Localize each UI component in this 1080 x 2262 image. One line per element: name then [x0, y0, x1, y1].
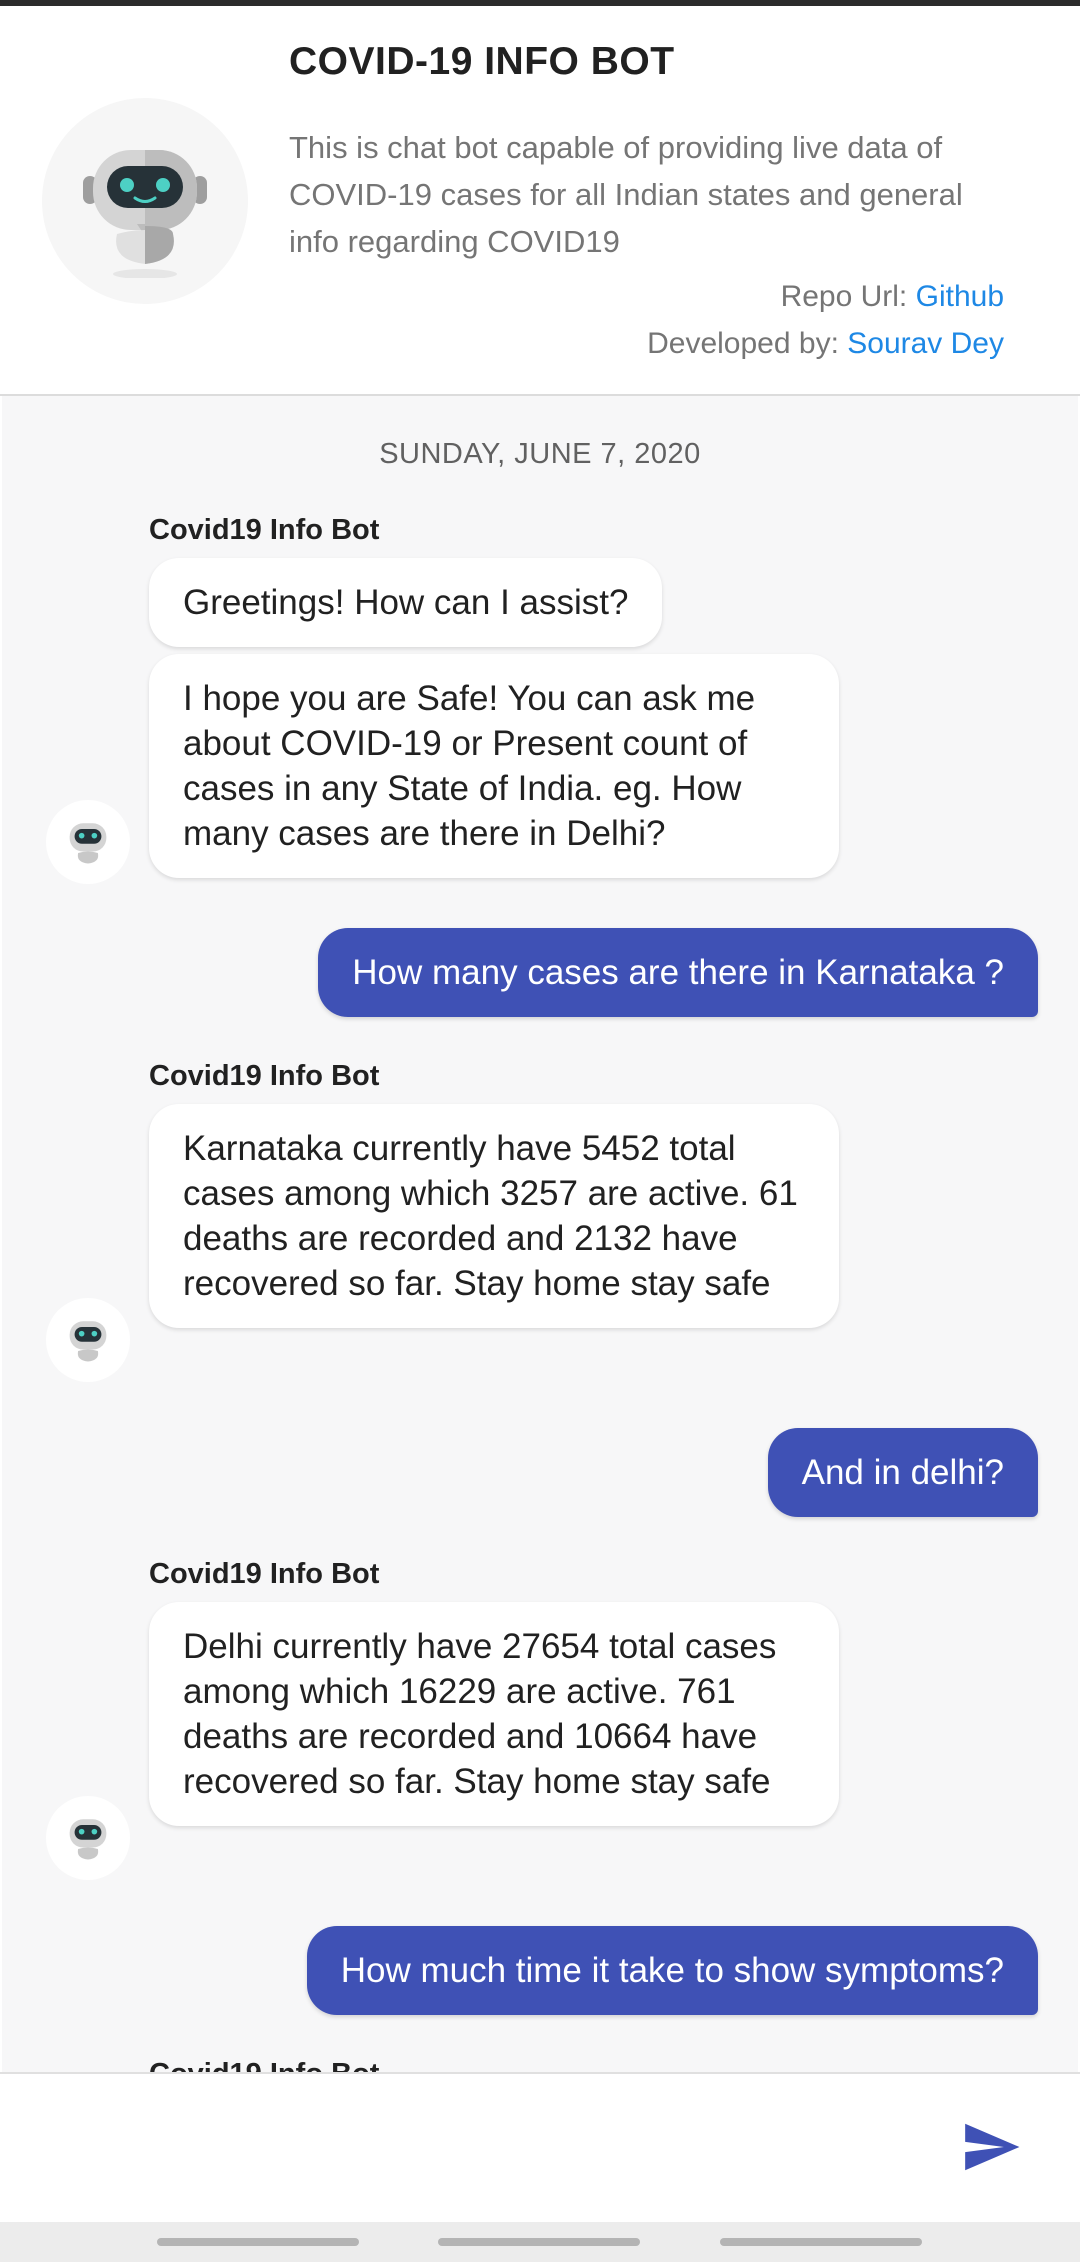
send-button[interactable] — [960, 2116, 1022, 2178]
sender-name: Covid19 Info Bot — [149, 2058, 379, 2072]
bot-message: I hope you are Safe! You can ask me abou… — [149, 654, 839, 878]
bot-avatar — [42, 98, 248, 304]
user-message: How much time it take to show symptoms? — [306, 1926, 1038, 2015]
bot-avatar-small — [46, 800, 130, 884]
bot-message: Greetings! How can I assist? — [149, 558, 663, 647]
chat-area[interactable]: SUNDAY, JUNE 7, 2020 Covid19 Info Bot Gr… — [2, 396, 1078, 2072]
nav-handle[interactable] — [438, 2238, 640, 2246]
user-message: How many cases are there in Karnataka ? — [318, 928, 1038, 1017]
app-title: COVID-19 INFO BOT — [289, 40, 675, 83]
robot-icon — [69, 1321, 107, 1362]
nav-handle[interactable] — [157, 2238, 359, 2246]
message-composer — [0, 2072, 1080, 2224]
repo-url: Repo Url: Github — [781, 280, 1004, 314]
sender-name: Covid19 Info Bot — [149, 1558, 380, 1590]
date-divider: SUNDAY, JUNE 7, 2020 — [379, 438, 701, 470]
robot-icon — [69, 823, 107, 864]
robot-icon — [69, 1819, 107, 1860]
sender-name: Covid19 Info Bot — [149, 1060, 380, 1092]
user-message: And in delhi? — [767, 1428, 1038, 1517]
sender-name: Covid19 Info Bot — [149, 514, 380, 546]
bot-avatar-small — [46, 1298, 130, 1382]
developer-credit: Developed by: Sourav Dey — [647, 327, 1004, 361]
system-nav-bar — [0, 2222, 1080, 2262]
robot-icon — [83, 150, 207, 278]
bot-avatar-small — [46, 1796, 130, 1880]
app-description: This is chat bot capable of providing li… — [289, 130, 963, 259]
github-link[interactable]: Github — [916, 280, 1004, 313]
developer-label: Developed by: — [647, 327, 848, 360]
developer-link[interactable]: Sourav Dey — [847, 327, 1004, 360]
repo-label: Repo Url: — [780, 280, 916, 313]
nav-handle[interactable] — [720, 2238, 922, 2246]
send-icon — [965, 2123, 1020, 2171]
bot-message: Karnataka currently have 5452 total case… — [149, 1104, 839, 1328]
header: COVID-19 INFO BOT This is chat bot capab… — [0, 6, 1080, 396]
bot-message: Delhi currently have 27654 total cases a… — [149, 1602, 839, 1826]
message-input[interactable] — [30, 2104, 934, 2196]
